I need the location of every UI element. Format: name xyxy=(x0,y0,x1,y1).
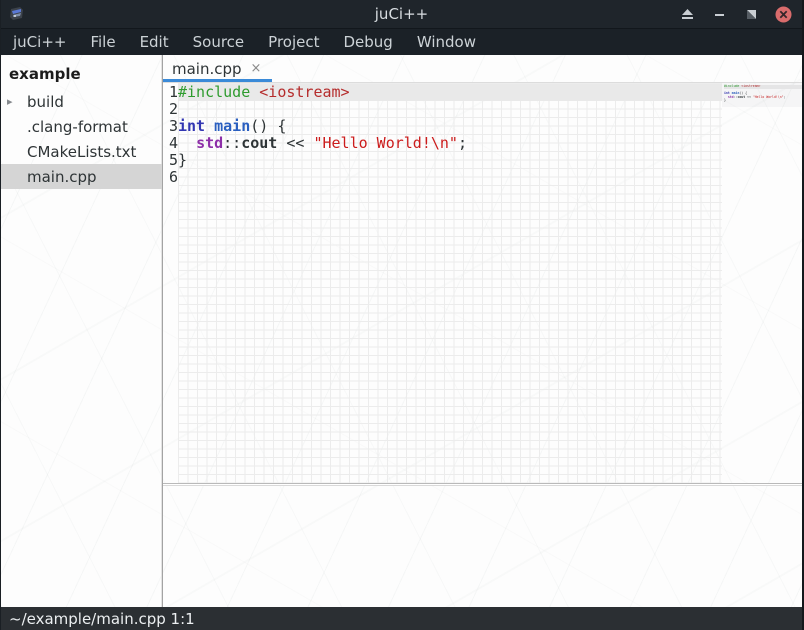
code-line-1: #include <iostream> xyxy=(178,84,722,101)
app-logo-icon xyxy=(8,5,26,23)
tree-item--clang-format[interactable]: .clang-format xyxy=(1,114,162,139)
gutter-line-number: 6 xyxy=(163,169,178,186)
menubar: juCi++FileEditSourceProjectDebugWindow xyxy=(1,28,802,55)
menu-item-edit[interactable]: Edit xyxy=(128,29,181,55)
gutter-line-number: 3 xyxy=(163,118,178,135)
menu-item-source[interactable]: Source xyxy=(181,29,257,55)
code-line-2 xyxy=(178,101,722,118)
tree-item-main-cpp[interactable]: main.cpp xyxy=(1,164,162,189)
close-icon[interactable] xyxy=(774,5,792,23)
menu-item-project[interactable]: Project xyxy=(256,29,331,55)
app-window: juCi++ xyxy=(0,0,804,630)
tree-item-label: CMakeLists.txt xyxy=(27,143,136,161)
gutter-line-number: 1 xyxy=(163,84,178,101)
line-number-gutter: 123456 xyxy=(163,83,178,483)
minimize-icon[interactable] xyxy=(710,5,728,23)
menu-item-file[interactable]: File xyxy=(78,29,127,55)
menu-item-debug[interactable]: Debug xyxy=(331,29,404,55)
tree-item-label: .clang-format xyxy=(27,118,128,136)
shade-icon[interactable] xyxy=(678,5,696,23)
minimap-viewport[interactable] xyxy=(722,83,802,107)
code-area[interactable]: #include <iostream> int main() { std::co… xyxy=(178,83,722,483)
expander-icon[interactable]: ▸ xyxy=(7,95,25,108)
titlebar: juCi++ xyxy=(1,0,802,28)
tree-item-cmakelists-txt[interactable]: CMakeLists.txt xyxy=(1,139,162,164)
tab-label: main.cpp xyxy=(172,60,242,78)
tabbar: main.cpp × xyxy=(163,55,802,83)
code-line-3: int main() { xyxy=(178,118,722,135)
status-file-position: ~/example/main.cpp 1:1 xyxy=(9,610,195,628)
tree-item-label: build xyxy=(27,93,64,111)
file-tree-sidebar: example ▸build .clang-format CMakeLists.tx… xyxy=(1,55,163,607)
gutter-line-number: 4 xyxy=(163,135,178,152)
statusbar: ~/example/main.cpp 1:1 xyxy=(1,607,802,630)
code-line-4: std::cout << "Hello World!\n"; xyxy=(178,135,722,152)
content-pane: main.cpp × 123456 #include <iostream> in… xyxy=(163,55,802,607)
menu-item-juci[interactable]: juCi++ xyxy=(1,29,78,55)
code-editor[interactable]: 123456 #include <iostream> int main() { … xyxy=(163,83,802,483)
gutter-line-number: 2 xyxy=(163,101,178,118)
main-area: example ▸build .clang-format CMakeLists.tx… xyxy=(1,55,802,607)
tab-close-icon[interactable]: × xyxy=(251,61,262,76)
tree-item-label: main.cpp xyxy=(27,168,97,186)
code-line-5: } xyxy=(178,152,722,169)
menu-item-window[interactable]: Window xyxy=(405,29,488,55)
tree-root-label: example xyxy=(1,59,162,89)
code-line-6 xyxy=(178,169,722,186)
maximize-icon[interactable] xyxy=(742,5,760,23)
tree-item-build[interactable]: ▸build xyxy=(1,89,162,114)
gutter-line-number: 5 xyxy=(163,152,178,169)
tab-main-cpp[interactable]: main.cpp × xyxy=(163,55,272,82)
window-controls xyxy=(678,5,802,23)
minimap[interactable]: #include <iostream> int main() { std::co… xyxy=(722,83,802,483)
terminal-pane[interactable] xyxy=(163,486,802,607)
